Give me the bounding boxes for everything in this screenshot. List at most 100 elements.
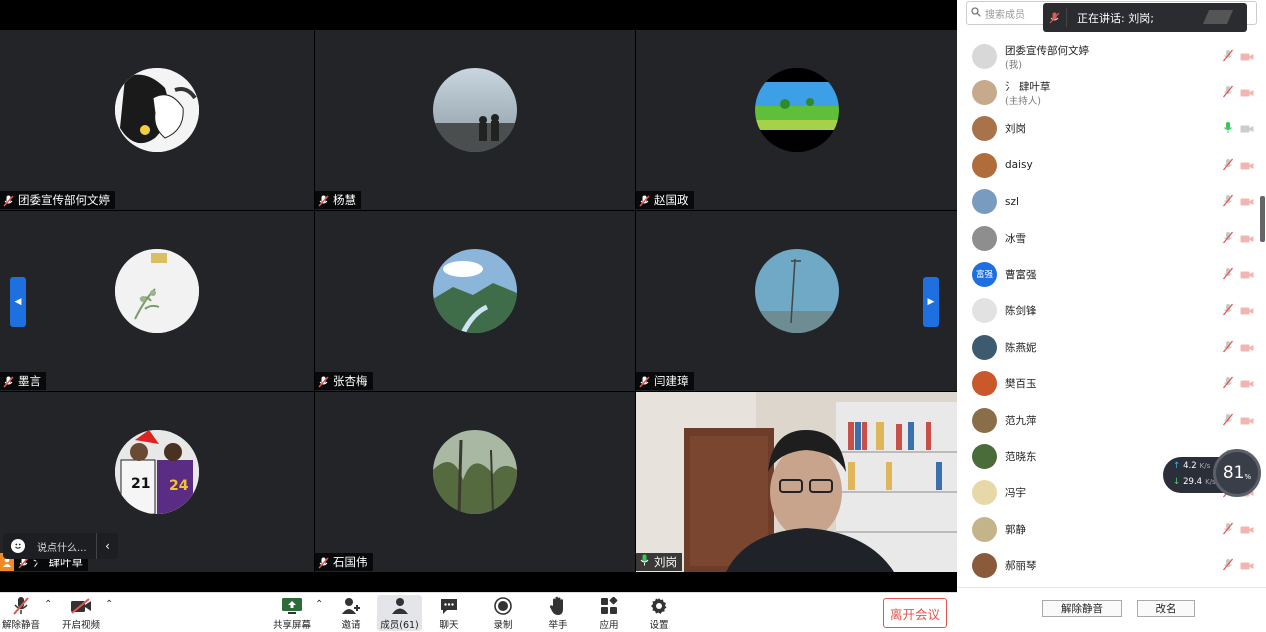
- mic-muted-icon[interactable]: [1222, 83, 1234, 102]
- member-avatar: [972, 43, 997, 69]
- member-name: 氵 肆叶草: [1005, 81, 1051, 94]
- member-row[interactable]: 郝丽琴: [957, 549, 1257, 583]
- member-row[interactable]: 刘岗: [957, 112, 1257, 146]
- unmute-all-button[interactable]: 解除静音: [1042, 600, 1122, 617]
- rename-button[interactable]: 改名: [1137, 600, 1195, 617]
- unmute-button[interactable]: 解除静音: [2, 595, 40, 631]
- camera-off-icon[interactable]: [1240, 301, 1254, 320]
- invite-button[interactable]: 邀请: [337, 595, 365, 631]
- participant-nametag: 刘岗: [636, 553, 682, 571]
- share-screen-icon: [281, 595, 303, 617]
- camera-off-icon[interactable]: [1240, 338, 1254, 357]
- member-avatar: [972, 480, 997, 506]
- video-tile[interactable]: 赵国政: [636, 30, 957, 210]
- meeting-toolbar: 解除静音 ⌃ 开启视频 ⌃ 共享屏幕 ⌃ 邀请 成员(61) 聊天 录制 举手 …: [0, 592, 957, 632]
- search-placeholder: 搜索成员: [985, 9, 1025, 21]
- leave-meeting-button[interactable]: 离开会议: [883, 598, 947, 628]
- camera-off-icon[interactable]: [1240, 374, 1254, 393]
- network-status-widget[interactable]: ↑ 4.2 K/s ↓ 29.4 K/s 81 %: [1163, 449, 1263, 497]
- upload-speed-unit: K/s: [1199, 462, 1211, 470]
- mic-muted-icon[interactable]: [1222, 192, 1234, 211]
- mic-muted-icon[interactable]: [1222, 374, 1234, 393]
- member-row[interactable]: 范九萍: [957, 403, 1257, 437]
- live-video-feed: [636, 392, 957, 572]
- active-speaker-video-tile[interactable]: 刘岗: [636, 392, 957, 572]
- share-screen-button[interactable]: 共享屏幕: [272, 595, 312, 631]
- start-video-button[interactable]: 开启视频: [61, 595, 101, 631]
- share-options-caret-icon[interactable]: ⌃: [315, 599, 323, 610]
- mic-active-icon: [639, 553, 650, 571]
- camera-off-icon[interactable]: [1240, 156, 1254, 175]
- video-tile[interactable]: 石国伟: [315, 392, 635, 572]
- video-tile[interactable]: 杨慧: [315, 30, 635, 210]
- quick-chat-input[interactable]: 说点什么... ‹: [3, 533, 118, 559]
- mic-muted-icon[interactable]: [1222, 556, 1234, 575]
- video-tile[interactable]: 21 24 氵 肆叶草 说点什么... ‹: [0, 392, 314, 572]
- emoji-icon[interactable]: [11, 539, 25, 553]
- prev-page-button[interactable]: ◀: [10, 277, 26, 327]
- member-row[interactable]: 樊百玉: [957, 367, 1257, 401]
- camera-off-icon[interactable]: [1240, 556, 1254, 575]
- member-avatar: [972, 152, 997, 178]
- member-row[interactable]: 团委宣传部何文婷 (我): [957, 39, 1257, 73]
- mic-muted-icon[interactable]: [1222, 520, 1234, 539]
- mic-muted-icon: [3, 375, 14, 388]
- mic-muted-icon[interactable]: [1222, 411, 1234, 430]
- member-row[interactable]: 冰雪: [957, 221, 1257, 255]
- camera-off-icon[interactable]: [1240, 119, 1254, 138]
- mic-muted-icon[interactable]: [1222, 156, 1234, 175]
- mic-muted-icon: [318, 556, 329, 569]
- mic-muted-icon[interactable]: [1222, 301, 1234, 320]
- member-row[interactable]: daisy: [957, 148, 1257, 182]
- apps-button[interactable]: 应用: [596, 595, 622, 631]
- video-tile[interactable]: 张杏梅: [315, 211, 635, 391]
- speaker-mic-icon: [1043, 8, 1067, 27]
- camera-off-icon[interactable]: [1240, 520, 1254, 539]
- collapse-chevron-icon[interactable]: ‹: [96, 533, 118, 559]
- members-button[interactable]: 成员(61): [377, 595, 422, 631]
- next-page-button[interactable]: ▶: [923, 277, 939, 327]
- mic-muted-icon[interactable]: [1222, 265, 1234, 284]
- camera-off-icon[interactable]: [1240, 411, 1254, 430]
- member-row[interactable]: 郭静: [957, 512, 1257, 546]
- member-name: 樊百玉: [1005, 378, 1037, 391]
- video-tile[interactable]: 闫建璋: [636, 211, 957, 391]
- audio-options-caret-icon[interactable]: ⌃: [44, 599, 52, 610]
- mic-muted-icon[interactable]: [1222, 229, 1234, 248]
- video-label: 开启视频: [61, 620, 100, 631]
- camera-off-icon[interactable]: [1240, 229, 1254, 248]
- participant-name: 墨言: [18, 374, 41, 388]
- mic-muted-icon: [318, 375, 329, 388]
- member-avatar: 富强: [972, 261, 997, 287]
- participant-avatar: 21 24: [115, 430, 199, 514]
- participant-nametag: 团委宣传部何文婷: [0, 191, 115, 209]
- member-name: 陈燕妮: [1005, 341, 1037, 354]
- member-avatar-text: 富强: [975, 270, 993, 281]
- member-row[interactable]: 陈燕妮: [957, 330, 1257, 364]
- video-tile[interactable]: 墨言: [0, 211, 314, 391]
- video-tile[interactable]: 团委宣传部何文婷: [0, 30, 314, 210]
- panel-footer: 解除静音 改名: [957, 587, 1266, 632]
- camera-off-icon[interactable]: [1240, 192, 1254, 211]
- unmute-label: 解除静音: [2, 620, 41, 631]
- mic-muted-icon: [639, 375, 650, 388]
- member-row[interactable]: szl: [957, 185, 1257, 219]
- record-button[interactable]: 录制: [490, 595, 516, 631]
- participant-name: 张杏梅: [333, 374, 368, 388]
- raise-hand-button[interactable]: 举手: [545, 595, 571, 631]
- member-name: 陈剑锋: [1005, 305, 1037, 318]
- scrollbar-thumb[interactable]: [1260, 196, 1265, 242]
- camera-off-icon[interactable]: [1240, 47, 1254, 66]
- camera-off-icon[interactable]: [1240, 83, 1254, 102]
- chat-button[interactable]: 聊天: [436, 595, 462, 631]
- camera-off-icon[interactable]: [1240, 265, 1254, 284]
- mic-muted-icon[interactable]: [1222, 338, 1234, 357]
- member-row[interactable]: 氵 肆叶草 (主持人): [957, 75, 1257, 109]
- member-row[interactable]: 富强 曹富强: [957, 257, 1257, 291]
- member-row[interactable]: 陈剑锋: [957, 294, 1257, 328]
- members-icon: [391, 595, 409, 617]
- mic-active-icon[interactable]: [1222, 119, 1234, 138]
- video-options-caret-icon[interactable]: ⌃: [105, 599, 113, 610]
- mic-muted-icon[interactable]: [1222, 47, 1234, 66]
- settings-button[interactable]: 设置: [646, 595, 672, 631]
